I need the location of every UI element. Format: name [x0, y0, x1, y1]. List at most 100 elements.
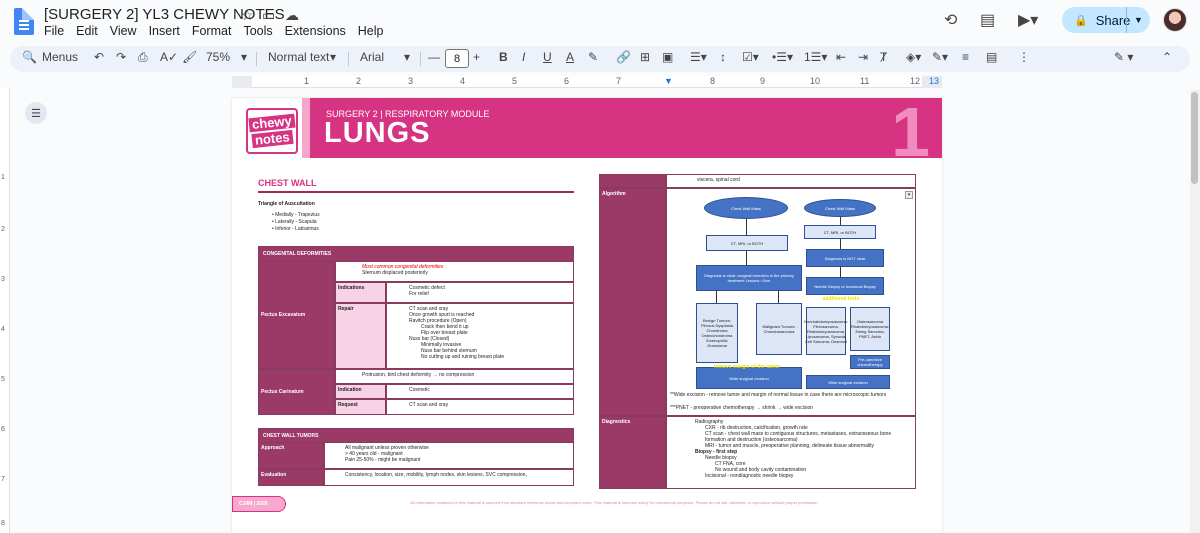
menu-edit[interactable]: Edit: [71, 24, 105, 38]
collapse-toolbar-icon[interactable]: ⌃: [1162, 50, 1172, 64]
list-item: Protrusion, bird chest deformity → no co…: [362, 372, 475, 378]
search-menus-label[interactable]: Menus: [42, 50, 78, 64]
checklist-icon[interactable]: ☑▾: [742, 50, 759, 64]
table-cell: CT scan and xray Once growth spurt is re…: [386, 303, 574, 369]
ruler-number: 2: [356, 76, 362, 86]
ruler-number: 4: [1, 326, 5, 333]
document-page[interactable]: chewy notes SURGERY 2 | RESPIRATORY MODU…: [232, 93, 942, 533]
meet-icon[interactable]: ▶▾: [1018, 10, 1038, 30]
table-cell: Algorithm: [599, 188, 666, 416]
underline-icon[interactable]: U: [543, 50, 552, 64]
chevron-down-icon[interactable]: ▾: [330, 50, 336, 64]
horizontal-ruler[interactable]: 1 2 3 4 5 6 7 ▼ 8 9 10 11 12 13: [232, 76, 942, 88]
cell-fill-icon[interactable]: ◈▾: [906, 50, 921, 64]
search-menus-icon[interactable]: 🔍: [22, 50, 37, 64]
increase-indent-icon[interactable]: ⇥: [858, 50, 868, 64]
ruler-number: 7: [1, 476, 5, 483]
scrollbar-thumb[interactable]: [1191, 92, 1198, 184]
star-icon[interactable]: ☆: [241, 7, 254, 24]
chevron-down-icon[interactable]: ▾: [404, 50, 410, 64]
docs-logo-icon[interactable]: [14, 8, 34, 35]
wide-excision-note: **Wide excision - remove tumor and margi…: [670, 392, 887, 398]
image-options-icon[interactable]: ▾: [905, 191, 913, 199]
menu-tools[interactable]: Tools: [238, 24, 279, 38]
zoom-select[interactable]: 75%: [206, 50, 230, 64]
numbered-list-icon[interactable]: 1☰▾: [804, 50, 827, 64]
print-icon[interactable]: ⎙: [138, 50, 148, 65]
flow-box: CT, MRI, or BOTH: [706, 235, 788, 251]
flow-arrow: [840, 217, 841, 225]
border-color-icon[interactable]: ✎▾: [932, 50, 948, 64]
ruler-number: 9: [760, 76, 766, 86]
comments-icon[interactable]: ▤: [980, 10, 995, 30]
align-icon[interactable]: ☰▾: [690, 50, 707, 64]
border-dash-icon[interactable]: ▤: [986, 50, 997, 64]
ruler-number: 10: [810, 76, 821, 86]
lock-icon: 🔒: [1074, 14, 1088, 27]
undo-icon[interactable]: ↶: [94, 50, 104, 64]
ruler-number: 2: [1, 226, 5, 233]
table-header: CONGENITAL DEFORMITIES: [259, 247, 573, 261]
table-cell: Cosmetic: [386, 384, 574, 399]
chevron-down-icon[interactable]: ▾: [241, 50, 247, 64]
more-icon[interactable]: ⋮: [1018, 50, 1030, 64]
italic-icon[interactable]: I: [522, 50, 525, 64]
paint-format-icon[interactable]: 🖌: [182, 50, 197, 64]
menu-extensions[interactable]: Extensions: [280, 24, 353, 38]
triangle-title: Triangle of Auscultation: [258, 201, 315, 207]
handwritten-note: additional tests: [822, 296, 860, 302]
menu-format[interactable]: Format: [187, 24, 239, 38]
move-folder-icon[interactable]: ▭: [262, 7, 275, 24]
table-cell: Most common congenital deformities Stern…: [335, 261, 574, 282]
ruler-number: 12: [910, 76, 921, 86]
table-header: CHEST WALL TUMORS: [259, 429, 573, 443]
bold-icon[interactable]: B: [499, 50, 508, 64]
triangle-list: Medially - Trapezius Laterally - Scapula…: [272, 212, 319, 233]
ruler-number: 1: [304, 76, 310, 86]
ruler-number: 3: [408, 76, 414, 86]
table-cell: Evaluation: [258, 469, 324, 486]
menu-bar: File Edit View Insert Format Tools Exten…: [44, 24, 391, 38]
border-width-icon[interactable]: ≡: [962, 50, 969, 64]
avatar[interactable]: [1163, 8, 1187, 32]
ruler-indent-marker[interactable]: ▼: [664, 76, 673, 86]
module-banner: SURGERY 2 | RESPIRATORY MODULE LUNGS 1: [310, 93, 942, 171]
flow-box: Nonrhabdomyosarcoma: Fibrosarcoma, Rhabd…: [804, 307, 848, 355]
editing-mode-icon[interactable]: ✎ ▾: [1114, 50, 1133, 64]
list-item: CT scan - chest wall mass to contiguous …: [705, 431, 892, 443]
decrease-font-icon[interactable]: —: [428, 50, 440, 64]
ruler-number: 7: [616, 76, 622, 86]
increase-font-icon[interactable]: +: [473, 50, 480, 64]
algorithm-flowchart-image[interactable]: Chest Wall Mass Chest Wall Mass CT, MRI,…: [694, 195, 912, 395]
cloud-status-icon[interactable]: ☁: [285, 7, 299, 24]
table-cell: CT scan and xray: [386, 399, 574, 415]
menu-insert[interactable]: Insert: [144, 24, 187, 38]
version-history-icon[interactable]: ⟲: [944, 10, 957, 30]
font-select[interactable]: Arial: [360, 50, 384, 64]
menu-help[interactable]: Help: [353, 24, 391, 38]
clear-formatting-icon[interactable]: Ⱦ: [880, 50, 887, 64]
add-comment-icon[interactable]: ⊞: [640, 50, 650, 64]
paragraph-style-select[interactable]: Normal text: [268, 50, 329, 64]
share-button[interactable]: 🔒 Share ▼: [1062, 7, 1150, 33]
bulleted-list-icon[interactable]: •☰▾: [772, 50, 793, 64]
spellcheck-icon[interactable]: A✓: [160, 50, 178, 64]
flow-box: Diagnosis is clear; surgical resection i…: [696, 265, 802, 291]
font-size-input[interactable]: 8: [445, 49, 469, 68]
footer-tag: CJ/IM | 2026: [232, 496, 286, 512]
insert-image-icon[interactable]: ▣: [662, 50, 673, 64]
line-spacing-icon[interactable]: ↕: [720, 50, 726, 64]
document-outline-icon[interactable]: ☰: [25, 102, 47, 124]
text-color-icon[interactable]: A: [566, 50, 574, 64]
vertical-ruler[interactable]: 1 2 3 4 5 6 7 8: [0, 88, 10, 533]
redo-icon[interactable]: ↷: [116, 50, 126, 64]
decrease-indent-icon[interactable]: ⇤: [836, 50, 846, 64]
share-dropdown-icon[interactable]: ▼: [1126, 7, 1150, 33]
flow-box: Wide surgical excision: [806, 375, 890, 389]
flow-box: Diagnosis is NOT clear: [806, 249, 884, 267]
menu-file[interactable]: File: [44, 24, 71, 38]
disclaimer: All information contained in this materi…: [410, 500, 819, 505]
menu-view[interactable]: View: [105, 24, 144, 38]
link-icon[interactable]: 🔗: [616, 50, 631, 64]
highlight-icon[interactable]: ✎: [588, 50, 598, 64]
